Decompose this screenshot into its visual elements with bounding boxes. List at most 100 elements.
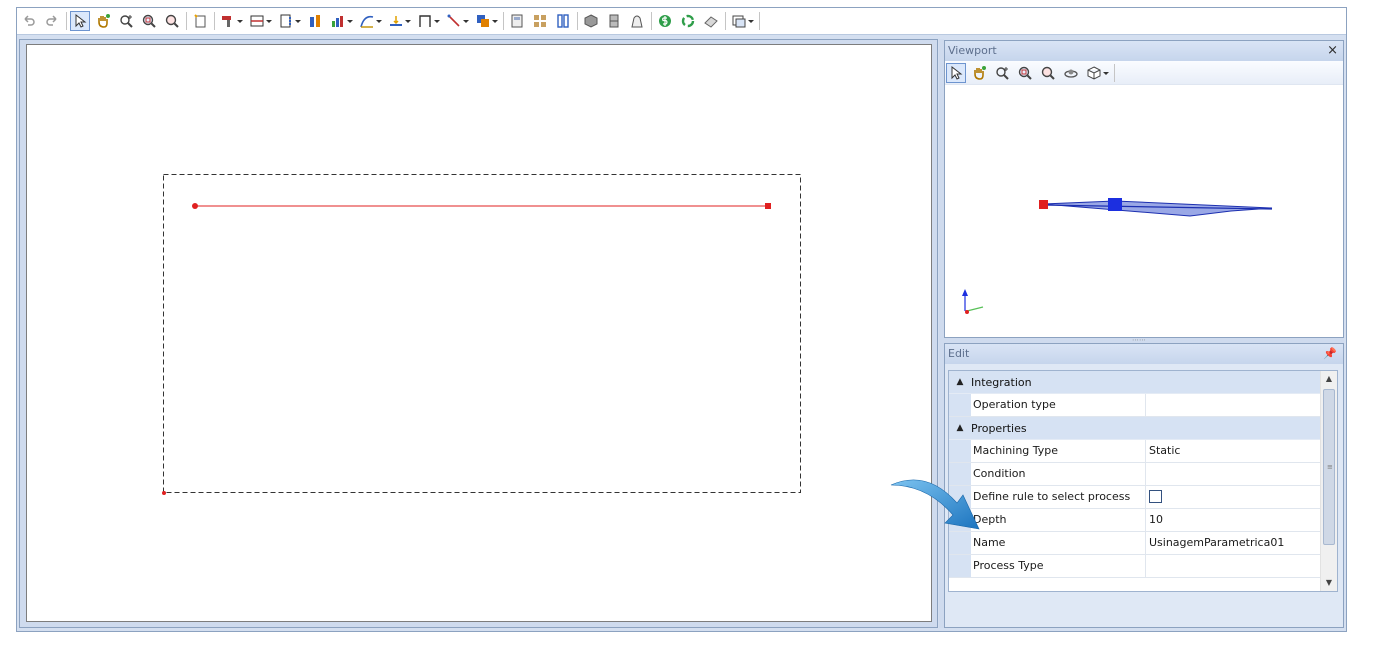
property-row-depth[interactable]: Depth 10 xyxy=(949,509,1321,532)
property-value-condition[interactable] xyxy=(1146,463,1321,485)
zoom-icon xyxy=(1041,66,1055,80)
panel-outline[interactable] xyxy=(163,174,801,493)
calculator-button[interactable] xyxy=(507,11,527,31)
zoom-window-button[interactable] xyxy=(139,11,159,31)
property-value-operation-type[interactable] xyxy=(1146,394,1321,416)
drill-dropdown[interactable] xyxy=(218,11,244,31)
undo-button[interactable] xyxy=(19,11,39,31)
property-row-machining-type[interactable]: Machining Type Static xyxy=(949,440,1321,463)
bag-button[interactable] xyxy=(627,11,647,31)
property-name: Operation type xyxy=(971,394,1146,416)
zoom-extents-button[interactable] xyxy=(116,11,136,31)
viewport-zoom-extents-button[interactable] xyxy=(992,63,1012,83)
scroll-down-icon[interactable]: ▼ xyxy=(1321,575,1337,591)
collapse-icon[interactable]: ▲ xyxy=(949,423,971,433)
viewport-svg xyxy=(962,198,1273,314)
category-integration[interactable]: ▲ Integration xyxy=(949,371,1321,394)
property-name: Define rule to select process xyxy=(971,486,1146,508)
pin-icon[interactable]: 📌 xyxy=(1323,344,1337,364)
viewport-select-button[interactable] xyxy=(946,62,966,83)
property-name: Machining Type xyxy=(971,440,1146,462)
window-dropdown[interactable] xyxy=(729,11,755,31)
scroll-thumb[interactable]: ≡ xyxy=(1323,389,1335,545)
select-tool-button[interactable] xyxy=(70,11,90,31)
viewport-cube-dropdown[interactable] xyxy=(1084,63,1110,83)
scroll-up-icon[interactable]: ▲ xyxy=(1321,371,1337,387)
path-end-point[interactable] xyxy=(765,203,771,209)
calculator-icon xyxy=(511,14,523,28)
axis-origin xyxy=(965,310,969,314)
redo-icon xyxy=(46,15,57,26)
property-value-machining-type[interactable]: Static xyxy=(1146,440,1321,462)
property-row-process-type[interactable]: Process Type xyxy=(949,555,1321,578)
viewport-zoom-button[interactable] xyxy=(1038,63,1058,83)
property-row-define-rule[interactable]: Define rule to select process xyxy=(949,486,1321,509)
path-dropdown[interactable] xyxy=(357,11,383,31)
property-name: Depth xyxy=(971,509,1146,531)
y-axis xyxy=(966,306,984,312)
viewport-zoom-window-button[interactable] xyxy=(1015,63,1035,83)
copy-dropdown[interactable] xyxy=(473,11,499,31)
edit-title-bar: Edit 📌 xyxy=(945,344,1343,364)
viewport-toolbar xyxy=(945,61,1343,85)
property-grid-rows: ▲ Integration Operation type ▲ Propertie… xyxy=(949,371,1321,578)
eraser-button[interactable] xyxy=(701,11,721,31)
select-arrow-icon xyxy=(75,13,87,28)
line-dropdown[interactable] xyxy=(444,11,470,31)
property-value-process-type[interactable] xyxy=(1146,555,1321,577)
zoom-icon xyxy=(165,14,179,28)
new-sheet-button[interactable] xyxy=(190,11,210,31)
path-start-point[interactable] xyxy=(192,203,198,209)
money-button[interactable] xyxy=(655,11,675,31)
recycle-icon xyxy=(681,14,695,28)
path-icon xyxy=(360,15,374,28)
zoom-button[interactable] xyxy=(162,11,182,31)
property-row-name[interactable]: Name UsinagemParametrica01 xyxy=(949,532,1321,555)
chart-dropdown[interactable] xyxy=(328,11,354,31)
eraser-icon xyxy=(704,16,718,28)
property-grid-scrollbar[interactable]: ▲ ≡ ▼ xyxy=(1320,371,1337,591)
box-button[interactable] xyxy=(581,11,601,31)
drawing-canvas[interactable] xyxy=(26,44,932,622)
tool-button[interactable] xyxy=(305,11,325,31)
redo-button[interactable] xyxy=(42,11,62,31)
level-dropdown[interactable] xyxy=(386,11,412,31)
center-marker-3d xyxy=(1108,198,1122,211)
property-value-name[interactable]: UsinagemParametrica01 xyxy=(1146,532,1321,554)
property-row-condition[interactable]: Condition xyxy=(949,463,1321,486)
recycle-button[interactable] xyxy=(678,11,698,31)
chart-icon xyxy=(332,16,343,27)
viewport-pan-button[interactable] xyxy=(969,63,989,83)
bracket-dropdown[interactable] xyxy=(415,11,441,31)
property-name: Process Type xyxy=(971,555,1146,577)
zoom-extents-icon xyxy=(120,15,133,28)
drawing-svg xyxy=(162,174,801,495)
collapse-icon[interactable]: ▲ xyxy=(949,377,971,387)
viewport-panel: Viewport × xyxy=(944,40,1344,338)
toolbar-separator xyxy=(577,12,578,30)
bag-icon xyxy=(631,15,643,28)
viewport-3d-scene[interactable] xyxy=(945,85,1343,337)
grid-button[interactable] xyxy=(530,11,550,31)
copy-icon xyxy=(477,15,489,27)
cabinet-button[interactable] xyxy=(604,11,624,31)
row-gutter xyxy=(949,394,971,416)
toolbar-separator xyxy=(503,12,504,30)
pan-tool-button[interactable] xyxy=(93,11,113,31)
frame-icon xyxy=(280,14,291,28)
pan-hand-icon xyxy=(98,14,110,28)
panel-dropdown[interactable] xyxy=(247,11,273,31)
property-name: Condition xyxy=(971,463,1146,485)
drill-icon xyxy=(222,16,231,27)
frame-dropdown[interactable] xyxy=(276,11,302,31)
close-icon[interactable]: × xyxy=(1327,41,1338,61)
toolbar-separator xyxy=(66,12,67,30)
bracket-icon xyxy=(419,15,431,27)
define-rule-checkbox[interactable] xyxy=(1149,490,1162,503)
select-arrow-icon xyxy=(951,65,963,80)
viewport-orbit-button[interactable] xyxy=(1061,63,1081,83)
category-properties[interactable]: ▲ Properties xyxy=(949,417,1321,440)
columns-button[interactable] xyxy=(553,11,573,31)
property-value-depth[interactable]: 10 xyxy=(1146,509,1321,531)
property-row-operation-type[interactable]: Operation type xyxy=(949,394,1321,417)
